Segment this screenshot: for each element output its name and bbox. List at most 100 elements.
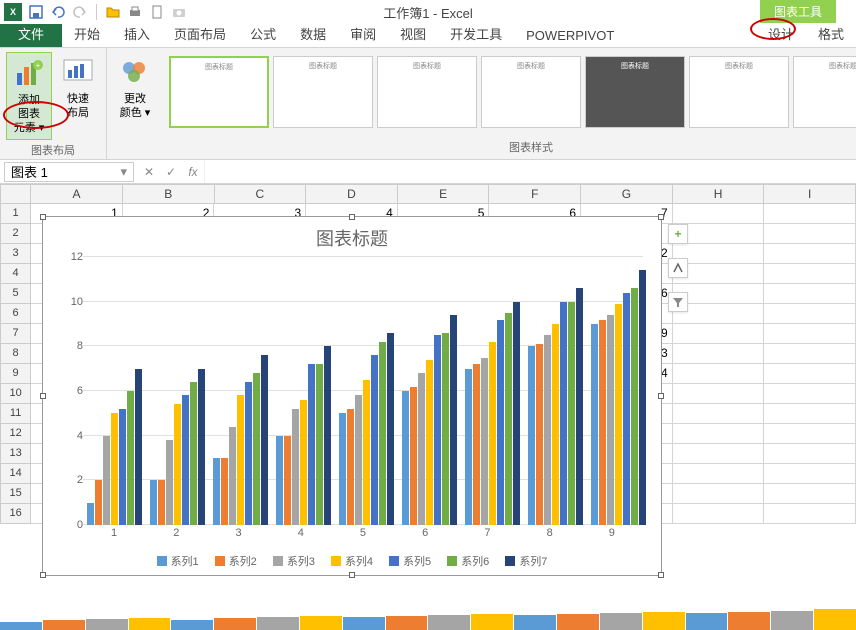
cell[interactable] <box>764 204 856 224</box>
cell[interactable] <box>764 264 856 284</box>
tab-format[interactable]: 格式 <box>806 20 856 47</box>
bar[interactable] <box>489 342 496 525</box>
chart-styles-button[interactable] <box>668 258 688 278</box>
cell[interactable] <box>673 484 765 504</box>
cell[interactable] <box>673 324 765 344</box>
bar[interactable] <box>568 302 575 525</box>
tab-review[interactable]: 审阅 <box>338 20 388 47</box>
bar[interactable] <box>607 315 614 525</box>
bar[interactable] <box>552 324 559 525</box>
col-header[interactable]: G <box>581 184 673 204</box>
col-header[interactable]: E <box>398 184 490 204</box>
row-header[interactable]: 14 <box>0 464 31 484</box>
bar[interactable] <box>536 344 543 525</box>
bar[interactable] <box>316 364 323 525</box>
cell[interactable] <box>673 464 765 484</box>
bar[interactable] <box>158 480 165 525</box>
col-header[interactable]: C <box>215 184 307 204</box>
bar[interactable] <box>213 458 220 525</box>
tab-design[interactable]: 设计 <box>756 20 806 47</box>
row-header[interactable]: 1 <box>0 204 31 224</box>
bar[interactable] <box>284 436 291 525</box>
row-header[interactable]: 2 <box>0 224 31 244</box>
bar[interactable] <box>434 335 441 525</box>
quick-print-icon[interactable] <box>127 4 143 20</box>
bar[interactable] <box>135 369 142 525</box>
chart-style-6[interactable]: 图表标题 <box>689 56 789 128</box>
col-header[interactable]: A <box>31 184 123 204</box>
cell[interactable] <box>673 504 765 524</box>
col-header[interactable]: F <box>489 184 581 204</box>
bar[interactable] <box>363 380 370 525</box>
row-header[interactable]: 4 <box>0 264 31 284</box>
bar[interactable] <box>473 364 480 525</box>
cell[interactable] <box>673 384 765 404</box>
bar[interactable] <box>245 382 252 525</box>
bar[interactable] <box>544 335 551 525</box>
row-header[interactable]: 13 <box>0 444 31 464</box>
cell[interactable] <box>764 424 856 444</box>
cell[interactable] <box>764 224 856 244</box>
bar[interactable] <box>198 369 205 525</box>
cell[interactable] <box>764 284 856 304</box>
tab-powerpivot[interactable]: POWERPIVOT <box>514 24 626 47</box>
fx-icon[interactable]: fx <box>182 165 204 179</box>
bar[interactable] <box>387 333 394 525</box>
bar[interactable] <box>166 440 173 525</box>
bar[interactable] <box>371 355 378 525</box>
name-box[interactable]: 图表 1 ▾ <box>4 162 134 182</box>
bar[interactable] <box>347 409 354 525</box>
bar[interactable] <box>253 373 260 525</box>
cell[interactable] <box>764 364 856 384</box>
bar[interactable] <box>599 320 606 525</box>
legend-item[interactable]: 系列5 <box>389 553 431 569</box>
bar[interactable] <box>418 373 425 525</box>
bar[interactable] <box>229 427 236 525</box>
cell[interactable] <box>764 384 856 404</box>
cell[interactable] <box>764 464 856 484</box>
chart-style-7[interactable]: 图表标题 <box>793 56 856 128</box>
chart-style-4[interactable]: 图表标题 <box>481 56 581 128</box>
bar[interactable] <box>111 413 118 525</box>
bar[interactable] <box>339 413 346 525</box>
row-header[interactable]: 16 <box>0 504 31 524</box>
cell[interactable] <box>673 424 765 444</box>
legend-item[interactable]: 系列2 <box>215 553 257 569</box>
row-header[interactable]: 11 <box>0 404 31 424</box>
bar[interactable] <box>576 288 583 525</box>
row-header[interactable]: 6 <box>0 304 31 324</box>
bar[interactable] <box>497 320 504 525</box>
enter-icon[interactable]: ✓ <box>160 165 182 179</box>
cell[interactable] <box>764 404 856 424</box>
select-all-corner[interactable] <box>0 184 31 204</box>
cancel-icon[interactable]: ✕ <box>138 165 160 179</box>
row-header[interactable]: 7 <box>0 324 31 344</box>
bar[interactable] <box>87 503 94 525</box>
chart-elements-button[interactable]: + <box>668 224 688 244</box>
chart-style-1[interactable]: 图表标题 <box>169 56 269 128</box>
bar[interactable] <box>442 333 449 525</box>
bar[interactable] <box>355 395 362 525</box>
bar[interactable] <box>119 409 126 525</box>
bar[interactable] <box>324 346 331 525</box>
row-header[interactable]: 10 <box>0 384 31 404</box>
tab-view[interactable]: 视图 <box>388 20 438 47</box>
new-icon[interactable] <box>149 4 165 20</box>
bar[interactable] <box>308 364 315 525</box>
formula-input[interactable] <box>204 160 856 183</box>
bar[interactable] <box>465 369 472 525</box>
legend-item[interactable]: 系列6 <box>447 553 489 569</box>
bar[interactable] <box>402 391 409 525</box>
bar[interactable] <box>639 270 646 525</box>
open-icon[interactable] <box>105 4 121 20</box>
chart-title[interactable]: 图表标题 <box>43 217 661 255</box>
bar[interactable] <box>631 288 638 525</box>
col-header[interactable]: D <box>306 184 398 204</box>
redo-icon[interactable] <box>72 4 88 20</box>
bar[interactable] <box>95 480 102 525</box>
bar[interactable] <box>623 293 630 525</box>
bar[interactable] <box>426 360 433 525</box>
bar[interactable] <box>379 342 386 525</box>
col-header[interactable]: I <box>764 184 856 204</box>
add-chart-element-button[interactable]: + 添加图表 元素 ▾ <box>6 52 52 140</box>
